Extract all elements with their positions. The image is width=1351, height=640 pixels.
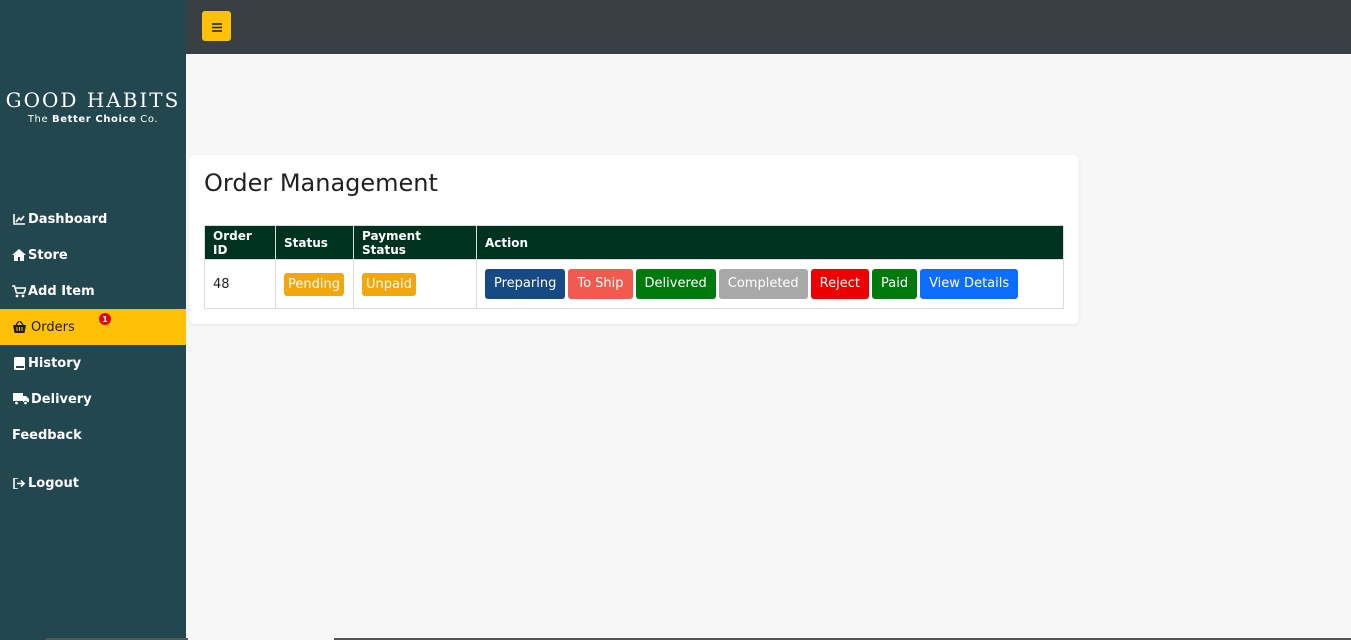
- view-details-button[interactable]: View Details: [920, 269, 1019, 299]
- sidebar-item-label: History: [28, 355, 82, 371]
- reject-button[interactable]: Reject: [810, 269, 869, 299]
- payment-status-badge: Unpaid: [362, 272, 416, 296]
- basket-icon: [12, 320, 26, 334]
- brand-logo: GOOD HABITS The Better Choice Co.: [0, 88, 186, 125]
- page-title: Order Management: [204, 169, 438, 197]
- status-cell: Pending: [275, 259, 354, 309]
- sidebar-item-dashboard[interactable]: Dashboard: [0, 201, 186, 237]
- column-header-action: Action: [476, 225, 1064, 260]
- completed-button[interactable]: Completed: [718, 269, 808, 299]
- book-icon: [12, 356, 26, 370]
- preparing-button[interactable]: Preparing: [485, 269, 566, 299]
- sidebar-item-label: Logout: [28, 475, 79, 491]
- table-row: 48 Pending Unpaid Preparing To Ship Delive…: [204, 259, 1064, 309]
- column-header-status: Status: [275, 225, 354, 260]
- sidebar-item-store[interactable]: Store: [0, 237, 186, 273]
- brand-tagline: The Better Choice Co.: [27, 114, 159, 125]
- chart-icon: [12, 212, 26, 226]
- column-header-order-id: Order ID: [204, 225, 276, 260]
- top-bar: [186, 0, 1351, 54]
- order-management-card: Order Management Order ID Status Payment…: [189, 155, 1079, 324]
- sidebar-item-label: Delivery: [31, 391, 92, 407]
- orders-table: Order ID Status Payment Status Action 48…: [204, 225, 1064, 309]
- sidebar-item-label: Dashboard: [28, 211, 108, 227]
- hamburger-icon: [211, 17, 222, 36]
- sidebar-item-label: Add Item: [28, 283, 95, 299]
- sidebar-item-history[interactable]: History: [0, 345, 186, 381]
- sidebar-item-label: Feedback: [12, 427, 82, 443]
- status-badge: Pending: [284, 272, 344, 296]
- sidebar-item-label: Store: [28, 247, 68, 263]
- to-ship-button[interactable]: To Ship: [568, 269, 633, 299]
- sidebar: GOOD HABITS The Better Choice Co. Dashbo…: [0, 0, 186, 640]
- home-icon: [12, 248, 26, 262]
- orders-count-badge: 1: [99, 313, 111, 325]
- sidebar-item-delivery[interactable]: Delivery: [0, 381, 186, 417]
- sidebar-nav: Dashboard Store Add Item Orders 1 Histor…: [0, 201, 186, 501]
- logout-icon: [12, 476, 26, 490]
- sidebar-item-label: Orders: [31, 319, 75, 335]
- order-id-cell: 48: [204, 259, 276, 309]
- paid-button[interactable]: Paid: [871, 269, 918, 299]
- sidebar-item-add-item[interactable]: Add Item: [0, 273, 186, 309]
- truck-icon: [12, 392, 29, 406]
- sidebar-item-orders[interactable]: Orders 1: [0, 309, 186, 345]
- delivered-button[interactable]: Delivered: [635, 269, 716, 299]
- sidebar-item-feedback[interactable]: Feedback: [0, 417, 186, 453]
- sidebar-item-logout[interactable]: Logout: [0, 465, 186, 501]
- menu-toggle-button[interactable]: [202, 11, 231, 41]
- cart-icon: [12, 284, 26, 298]
- action-cell: Preparing To Ship Delivered Completed Reject…: [476, 259, 1064, 309]
- table-header-row: Order ID Status Payment Status Action: [204, 225, 1064, 260]
- brand-name: GOOD HABITS: [5, 88, 181, 112]
- payment-status-cell: Unpaid: [353, 259, 477, 309]
- column-header-payment-status: Payment Status: [353, 225, 477, 260]
